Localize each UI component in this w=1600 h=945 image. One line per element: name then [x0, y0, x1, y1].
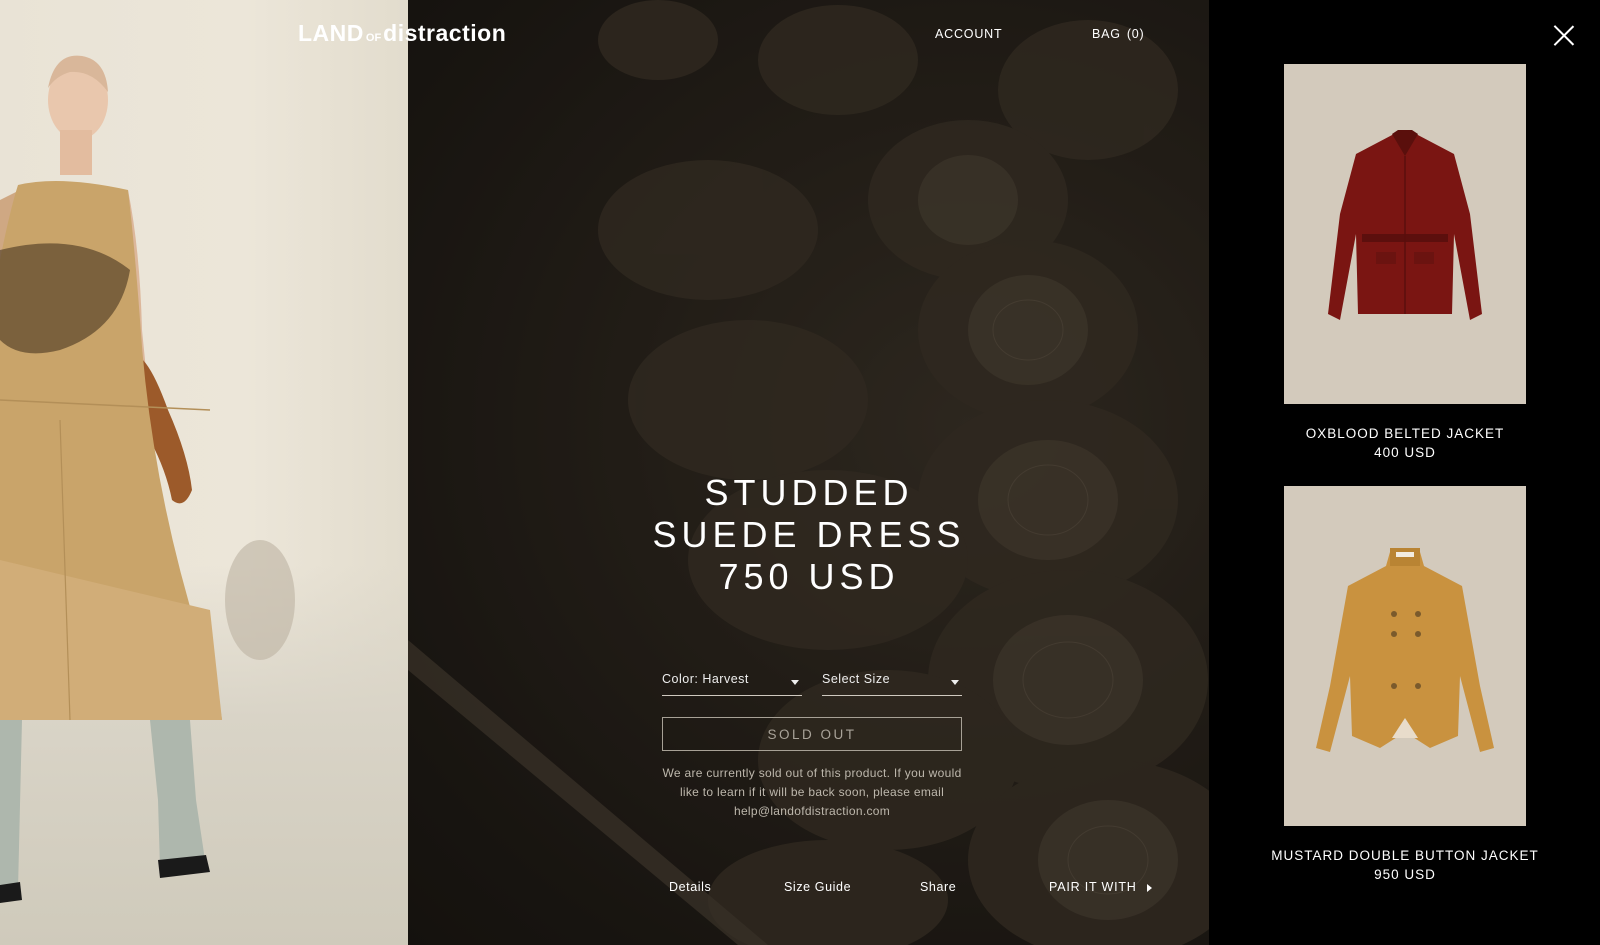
- logo-main-text: LAND: [298, 20, 364, 46]
- bag-link[interactable]: BAG (0): [1092, 27, 1145, 41]
- model-illustration: [0, 55, 295, 903]
- product-title-block: STUDDED SUEDE DRESS 750 USD: [609, 472, 1009, 598]
- size-select[interactable]: Select Size: [822, 670, 962, 696]
- product-price: 750 USD: [718, 556, 900, 597]
- model-photo: [0, 0, 408, 945]
- sold-out-message: We are currently sold out of this produc…: [662, 766, 962, 818]
- close-icon[interactable]: [1552, 24, 1576, 48]
- pair-item-name[interactable]: MUSTARD DOUBLE BUTTON JACKET: [1250, 846, 1560, 865]
- product-title-line1: STUDDED: [704, 472, 914, 513]
- tab-size-guide[interactable]: Size Guide: [784, 880, 851, 894]
- caret-right-icon: [1146, 884, 1152, 892]
- bag-label: BAG: [1092, 27, 1121, 41]
- tab-share[interactable]: Share: [920, 880, 956, 894]
- pair-item-price: 400 USD: [1374, 445, 1436, 460]
- tab-details[interactable]: Details: [669, 880, 711, 894]
- site-logo[interactable]: LAND OFdistraction: [298, 20, 506, 47]
- logo-end-text: distraction: [383, 20, 507, 46]
- product-title-line2: SUEDE DRESS: [652, 514, 966, 555]
- pair-item-price: 950 USD: [1374, 867, 1436, 882]
- pair-item-card[interactable]: MUSTARD DOUBLE BUTTON JACKET 950 USD: [1250, 486, 1560, 884]
- tab-pair-it-with[interactable]: PAIR IT WITH: [1049, 880, 1152, 894]
- jacket-illustration: [1328, 130, 1482, 320]
- product-image[interactable]: [1284, 486, 1526, 826]
- logo-small-text: OF: [365, 32, 382, 44]
- pair-item-name[interactable]: OXBLOOD BELTED JACKET: [1250, 424, 1560, 443]
- pair-item-card[interactable]: OXBLOOD BELTED JACKET 400 USD: [1250, 64, 1560, 462]
- bag-count: (0): [1126, 27, 1145, 41]
- size-select-value: Select Size: [822, 672, 891, 686]
- color-select[interactable]: Color: Harvest: [662, 670, 802, 696]
- account-link[interactable]: ACCOUNT: [935, 27, 1002, 41]
- product-page: LAND OFdistraction ACCOUNT BAG (0) STUDDED…: [0, 0, 1600, 945]
- chevron-down-icon: [791, 680, 799, 685]
- product-image[interactable]: [1284, 64, 1526, 404]
- jacket-illustration: [1316, 548, 1494, 752]
- color-select-value: Color: Harvest: [662, 672, 749, 686]
- sold-out-button[interactable]: SOLD OUT: [662, 717, 962, 751]
- chevron-down-icon: [951, 680, 959, 685]
- pair-it-with-label: PAIR IT WITH: [1049, 880, 1137, 894]
